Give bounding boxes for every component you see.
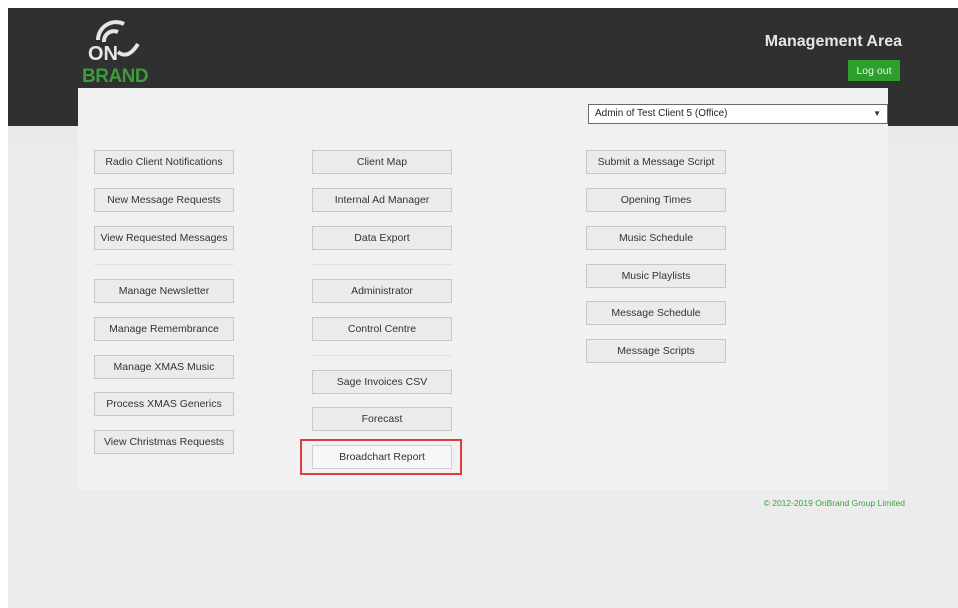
management-area-title: Management Area [764, 33, 902, 50]
divider [312, 355, 452, 356]
svg-text:ON: ON [88, 43, 118, 65]
main-panel: Admin of Test Client 5 (Office) ▼ Radio … [78, 88, 888, 490]
new-message-requests-button[interactable]: New Message Requests [94, 188, 234, 212]
music-schedule-button[interactable]: Music Schedule [586, 226, 726, 250]
message-schedule-button[interactable]: Message Schedule [586, 301, 726, 325]
administrator-button[interactable]: Administrator [312, 279, 452, 303]
sage-invoices-csv-button[interactable]: Sage Invoices CSV [312, 370, 452, 394]
svg-text:BRAND: BRAND [82, 66, 148, 84]
client-map-button[interactable]: Client Map [312, 150, 452, 174]
music-playlists-button[interactable]: Music Playlists [586, 264, 726, 288]
divider [312, 264, 452, 265]
message-scripts-button[interactable]: Message Scripts [586, 339, 726, 363]
opening-times-button[interactable]: Opening Times [586, 188, 726, 212]
logout-button[interactable]: Log out [848, 60, 900, 81]
control-centre-button[interactable]: Control Centre [312, 317, 452, 341]
dropdown-arrow-icon: ▼ [873, 109, 881, 118]
copyright-footer: © 2012-2019 OnBrand Group Limited [763, 498, 905, 508]
forecast-button[interactable]: Forecast [312, 407, 452, 431]
submit-message-script-button[interactable]: Submit a Message Script [586, 150, 726, 174]
manage-remembrance-button[interactable]: Manage Remembrance [94, 317, 234, 341]
manage-newsletter-button[interactable]: Manage Newsletter [94, 279, 234, 303]
data-export-button[interactable]: Data Export [312, 226, 452, 250]
radio-client-notifications-button[interactable]: Radio Client Notifications [94, 150, 234, 174]
view-requested-messages-button[interactable]: View Requested Messages [94, 226, 234, 250]
process-xmas-generics-button[interactable]: Process XMAS Generics [94, 392, 234, 416]
view-christmas-requests-button[interactable]: View Christmas Requests [94, 430, 234, 454]
internal-ad-manager-button[interactable]: Internal Ad Manager [312, 188, 452, 212]
client-select-value: Admin of Test Client 5 (Office) [595, 108, 728, 119]
onbrand-logo: ON BRAND [82, 20, 149, 84]
manage-xmas-music-button[interactable]: Manage XMAS Music [94, 355, 234, 379]
divider [94, 264, 234, 265]
broadchart-report-button[interactable]: Broadchart Report [312, 445, 452, 469]
page: ON BRAND Management Area Log out Admin o… [8, 8, 958, 608]
client-select[interactable]: Admin of Test Client 5 (Office) ▼ [588, 104, 888, 124]
